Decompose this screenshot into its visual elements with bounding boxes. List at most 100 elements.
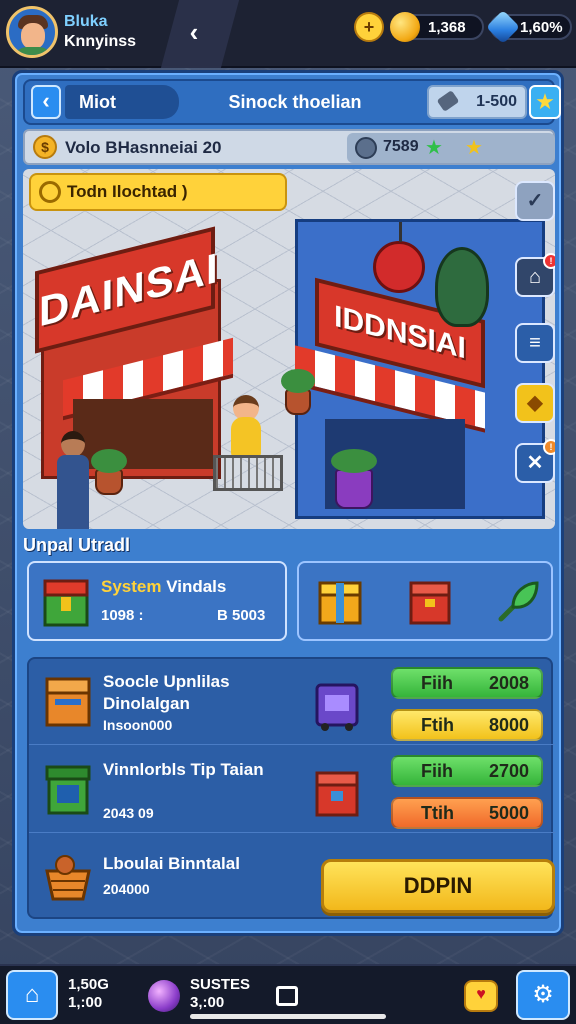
leaf-icon [436, 90, 460, 112]
lantern-icon [373, 222, 425, 293]
gold-resource[interactable]: 1,368 [390, 12, 484, 42]
gem-resource[interactable]: 1,60% [486, 10, 572, 44]
green-leaf-icon[interactable] [493, 577, 543, 627]
shopkeeper-body [57, 455, 89, 529]
quest-banner[interactable]: Todn Ilochtad ) [29, 173, 287, 211]
price-value: 8000 [488, 715, 529, 735]
panel-title: Sinock thoelian [228, 92, 362, 112]
gear-icon: ⚙ [532, 981, 554, 1008]
magic-orb-icon[interactable] [148, 980, 180, 1012]
tools-button[interactable]: ✕! [515, 439, 555, 483]
avatar-shirt [13, 47, 53, 55]
yellow-star-icon: ★ [465, 137, 483, 159]
system-card-value-left: 1098 : [101, 607, 144, 624]
price-label: Fiih [421, 673, 453, 693]
offer-subtitle: Insoon000 [103, 717, 173, 733]
panel-tab[interactable]: Miot [65, 85, 179, 119]
notification-badge: ! [543, 439, 555, 455]
side-buttons: ✓ ⌂! ≡ ◆ ✕! [515, 173, 555, 483]
top-bar: Bluka Knnyinss ‹ + 1,368 1,60% [0, 0, 576, 68]
offer-price-button[interactable]: Fiih 2008 [391, 667, 543, 699]
rating-box: 7589 ★ ★ [347, 133, 555, 163]
bottom-stat-2-line2: 3,:00 [190, 994, 225, 1011]
offer-title: Lboulai Binntalal [103, 854, 240, 873]
red-box-icon[interactable] [405, 577, 455, 627]
gift-box-icon[interactable] [315, 577, 365, 627]
offer-row[interactable]: Soocle Upnlilas Dinolalgan Insoon000 Fii… [29, 659, 555, 745]
offers-list: Soocle Upnlilas Dinolalgan Insoon000 Fii… [27, 657, 555, 919]
price-label: Ttih [421, 803, 454, 823]
tag-button[interactable]: ◆ [515, 383, 555, 423]
header-resource[interactable]: 1-500 [427, 85, 527, 119]
header-resource-value: 1-500 [476, 93, 517, 110]
info-bar-text: Volo BHasnneiai 20 [65, 138, 222, 157]
green-star-icon: ★ [425, 137, 443, 159]
shield-icon[interactable]: ♥ [464, 980, 498, 1012]
shopper-body [231, 417, 261, 457]
avatar-face [21, 23, 45, 49]
clock-icon [39, 181, 61, 203]
offer-row[interactable]: Vinnlorbls Tip Taian 2043 09 Fiih 2700 Tt… [29, 747, 555, 833]
quest-label: Todn Ilochtad ) [67, 182, 188, 201]
square-icon[interactable] [276, 986, 298, 1006]
offer-title: Vinnlorbls Tip Taian [103, 760, 264, 779]
back-chevron-icon[interactable]: ‹ [180, 18, 208, 46]
offer-subtitle: 204000 [103, 881, 150, 897]
purple-pot-icon [331, 449, 377, 509]
player-name-line1: Bluka [64, 13, 108, 30]
settings-button[interactable]: ⚙ [516, 970, 570, 1020]
home-icon: ⌂ [24, 981, 40, 1008]
list-button[interactable]: ≡ [515, 323, 555, 363]
plus-badge-icon[interactable]: + [354, 12, 384, 42]
notification-badge: ! [543, 253, 555, 269]
home-button[interactable]: ⌂ [6, 970, 58, 1020]
items-card[interactable] [297, 561, 553, 641]
system-card[interactable]: System Vindals 1098 : B 5003 [27, 561, 287, 641]
shopper-with-cart [209, 395, 289, 505]
plant-pot-icon [91, 449, 127, 495]
orange-crate-icon [45, 677, 91, 727]
shop-scene[interactable]: DAINSAI IDDNSIAI Todn Ilochtad ) ✓ ⌂ ! ≡… [23, 169, 555, 529]
basket-icon [45, 855, 91, 901]
offer-subtitle: 2043 09 [103, 805, 154, 821]
open-button[interactable]: DDPIN [321, 859, 555, 913]
panel-back-button[interactable]: ‹ [31, 85, 61, 119]
price-label: Ftih [421, 715, 454, 735]
checklist-button[interactable]: ✓ [515, 181, 555, 221]
tree-icon [435, 247, 489, 327]
offer-price-button[interactable]: Ftih 8000 [391, 709, 543, 741]
gold-value: 1,368 [428, 18, 466, 36]
system-card-title-a: System [101, 577, 162, 596]
rating-value: 7589 [383, 138, 419, 155]
price-label: Fiih [421, 761, 453, 781]
price-value: 2008 [488, 673, 529, 693]
green-trash-crate-icon [45, 765, 91, 815]
purple-machine-icon [315, 683, 359, 731]
avatar[interactable] [6, 6, 58, 58]
crate-icon [43, 579, 89, 627]
bottom-stat-1-line1: 1,50G [68, 976, 109, 993]
offer-price-button[interactable]: Fiih 2700 [391, 755, 543, 787]
shop-panel: ‹ Miot Sinock thoelian 1-500 ★ $ Volo BH… [12, 70, 564, 936]
offer-price-button[interactable]: Ttih 5000 [391, 797, 543, 829]
shopkeeper-head [61, 431, 85, 457]
offer-title: Soocle Upnlilas Dinolalgan [103, 672, 230, 713]
shop-sale-button[interactable]: ⌂! [515, 253, 555, 297]
bottom-stat-1: 1,50G 1,:00 [68, 976, 109, 1012]
gold-coin-icon [390, 12, 420, 42]
info-bar: $ Volo BHasnneiai 20 7589 ★ ★ [23, 129, 555, 165]
player-name: Bluka Knnyinss [64, 12, 174, 52]
star-button[interactable]: ★ [529, 85, 561, 119]
system-card-title-b: Vindals [161, 577, 227, 596]
price-value: 2700 [488, 761, 529, 781]
red-box-icon [315, 771, 359, 817]
bottom-stat-1-line2: 1,:00 [68, 994, 103, 1011]
panel-header: ‹ Miot Sinock thoelian 1-500 ★ [23, 79, 561, 125]
coin-icon: $ [33, 135, 57, 159]
shopkeeper-character [53, 431, 93, 529]
shopping-cart-icon [213, 455, 283, 491]
blue-gem-icon [486, 10, 520, 44]
bottom-stat-2-line1: SUSTES [190, 976, 251, 993]
section-title: Unpal Utradl [23, 535, 131, 555]
gem-value: 1,60% [520, 18, 563, 36]
